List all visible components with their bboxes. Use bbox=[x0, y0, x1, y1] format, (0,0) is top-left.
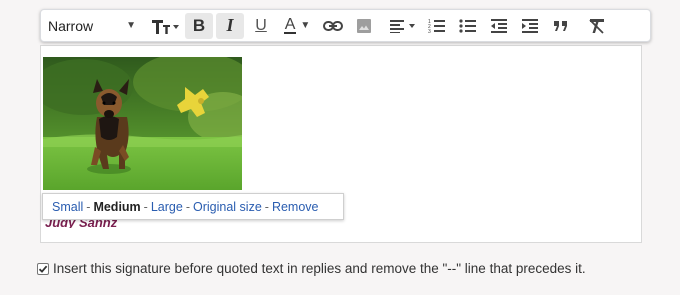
separator: - bbox=[86, 199, 91, 214]
font-family-label: Narrow bbox=[48, 17, 94, 34]
formatting-toolbar: Narrow ▼ B I U A ▼ 1 2 3 bbox=[40, 9, 651, 42]
text-color-glyph: A bbox=[283, 16, 297, 34]
image-size-menu: Small - Medium - Large - Original size -… bbox=[42, 193, 344, 220]
bulleted-list-icon bbox=[459, 18, 476, 33]
quote-icon bbox=[554, 20, 567, 31]
quote-button[interactable] bbox=[547, 13, 575, 39]
remove-formatting-button[interactable] bbox=[583, 13, 611, 39]
insert-signature-option: Insert this signature before quoted text… bbox=[37, 261, 586, 276]
separator: - bbox=[143, 199, 148, 214]
insert-signature-label: Insert this signature before quoted text… bbox=[53, 261, 586, 276]
align-left-icon bbox=[390, 19, 415, 33]
image-icon bbox=[357, 18, 371, 33]
italic-button[interactable]: I bbox=[216, 12, 244, 39]
size-original-link[interactable]: Original size bbox=[193, 200, 262, 214]
bold-icon: B bbox=[192, 15, 206, 35]
separator: - bbox=[185, 199, 190, 214]
text-size-icon bbox=[152, 19, 179, 34]
size-small-link[interactable]: Small bbox=[52, 200, 83, 214]
size-large-link[interactable]: Large bbox=[151, 200, 183, 214]
text-color-icon: A ▼ bbox=[283, 16, 311, 34]
chevron-down-icon: ▼ bbox=[300, 19, 311, 31]
italic-icon: I bbox=[226, 15, 234, 35]
text-color-button[interactable]: A ▼ bbox=[278, 13, 316, 39]
bold-button[interactable]: B bbox=[185, 12, 213, 39]
align-button[interactable] bbox=[386, 13, 420, 39]
remove-formatting-icon bbox=[589, 18, 604, 34]
svg-text:3: 3 bbox=[428, 29, 431, 34]
chevron-down-icon: ▼ bbox=[126, 19, 136, 31]
numbered-list-icon: 1 2 3 bbox=[428, 19, 445, 34]
checkmark-icon bbox=[38, 265, 48, 273]
font-size-button[interactable] bbox=[148, 13, 182, 39]
underline-button[interactable]: U bbox=[247, 13, 275, 39]
underline-icon: U bbox=[255, 16, 267, 34]
separator: - bbox=[264, 199, 269, 214]
numbered-list-button[interactable]: 1 2 3 bbox=[423, 13, 451, 39]
size-medium-current: Medium bbox=[93, 199, 141, 214]
indent-more-icon bbox=[522, 18, 538, 33]
insert-image-button[interactable] bbox=[350, 13, 378, 39]
insert-signature-checkbox[interactable] bbox=[37, 262, 49, 275]
indent-less-icon bbox=[491, 18, 507, 33]
puppy-photo bbox=[43, 57, 242, 190]
signature-image[interactable] bbox=[43, 57, 242, 190]
indent-less-button[interactable] bbox=[485, 13, 513, 39]
font-family-select[interactable]: Narrow ▼ bbox=[47, 13, 140, 39]
indent-more-button[interactable] bbox=[516, 13, 544, 39]
insert-link-button[interactable] bbox=[319, 13, 347, 39]
bulleted-list-button[interactable] bbox=[454, 13, 482, 39]
link-icon bbox=[323, 20, 343, 31]
remove-image-link[interactable]: Remove bbox=[272, 200, 319, 214]
